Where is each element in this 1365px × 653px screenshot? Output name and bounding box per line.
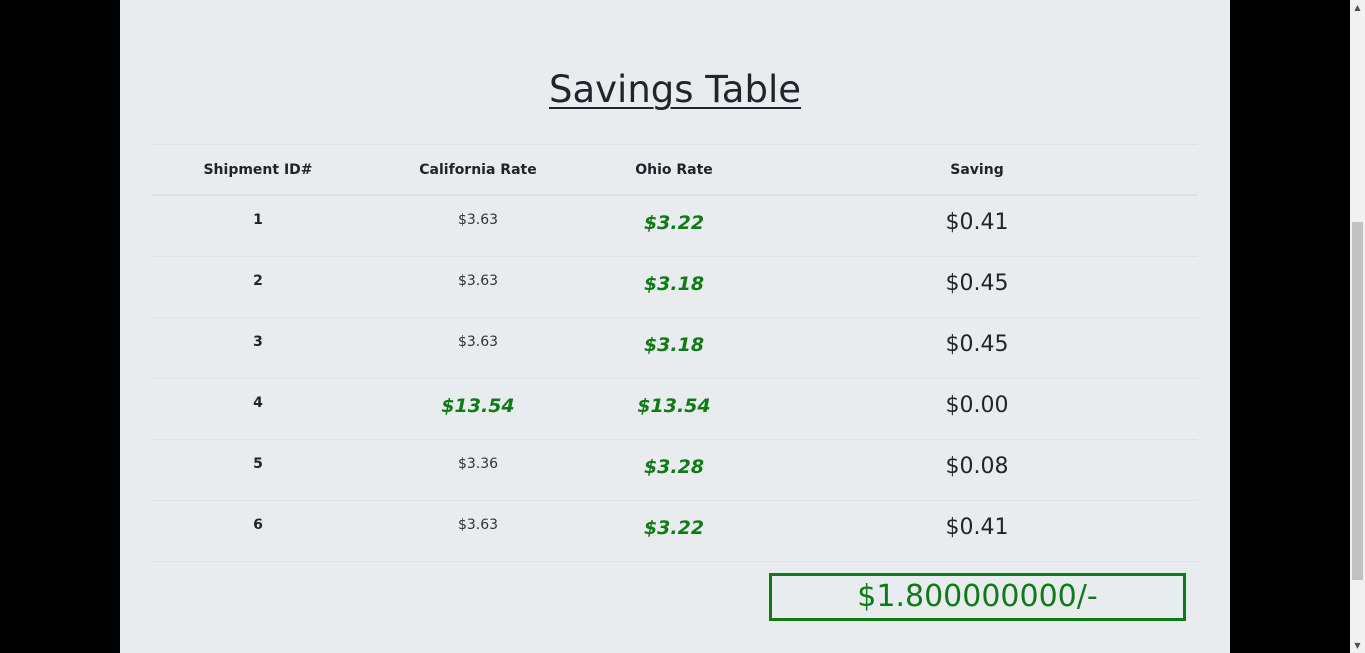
table-row: 3 $3.63 $3.18 $0.45	[152, 317, 1198, 379]
shipment-id: 3	[253, 334, 263, 350]
shipment-id: 2	[253, 273, 263, 289]
table-row: 2 $3.63 $3.18 $0.45	[152, 256, 1198, 318]
california-rate: $3.63	[457, 273, 499, 289]
savings-card: Savings Table Shipment ID# California Ra…	[120, 0, 1230, 653]
california-rate: $3.63	[457, 334, 499, 350]
saving-value: $0.41	[945, 210, 1009, 235]
header-california-rate: California Rate	[364, 144, 592, 196]
california-rate: $3.63	[457, 212, 499, 228]
savings-table: Shipment ID# California Rate Ohio Rate S…	[152, 144, 1198, 562]
vertical-scrollbar[interactable]: ▲ ▼	[1350, 0, 1365, 653]
ohio-rate: $3.22	[643, 517, 705, 539]
shipment-id: 6	[253, 517, 263, 533]
table-row: 4 $13.54 $13.54 $0.00	[152, 378, 1198, 440]
header-saving: Saving	[756, 144, 1198, 196]
scrollbar-thumb[interactable]	[1352, 222, 1363, 580]
saving-value: $0.41	[945, 515, 1009, 540]
page-title: Savings Table	[549, 68, 801, 111]
scroll-up-icon[interactable]: ▲	[1350, 0, 1365, 15]
ohio-rate: $3.28	[643, 456, 705, 478]
header-ohio-rate: Ohio Rate	[592, 144, 756, 196]
saving-value: $0.45	[945, 271, 1009, 296]
shipment-id: 1	[253, 212, 263, 228]
california-rate: $3.36	[457, 456, 499, 472]
ohio-rate: $3.22	[643, 212, 705, 234]
california-rate: $13.54	[441, 395, 515, 417]
ohio-rate: $13.54	[637, 395, 711, 417]
ohio-rate: $3.18	[643, 334, 705, 356]
table-header-row: Shipment ID# California Rate Ohio Rate S…	[152, 144, 1198, 196]
scroll-down-icon[interactable]: ▼	[1350, 638, 1365, 653]
shipment-id: 4	[253, 395, 263, 411]
total-savings-box: $1.800000000/-	[769, 573, 1186, 621]
table-row: 5 $3.36 $3.28 $0.08	[152, 439, 1198, 501]
ohio-rate: $3.18	[643, 273, 705, 295]
shipment-id: 5	[253, 456, 263, 472]
header-shipment-id: Shipment ID#	[152, 144, 364, 196]
california-rate: $3.63	[457, 517, 499, 533]
saving-value: $0.00	[945, 393, 1009, 418]
table-row: 1 $3.63 $3.22 $0.41	[152, 195, 1198, 257]
saving-value: $0.45	[945, 332, 1009, 357]
viewport: Savings Table Shipment ID# California Ra…	[0, 0, 1365, 653]
saving-value: $0.08	[945, 454, 1009, 479]
table-row: 6 $3.63 $3.22 $0.41	[152, 500, 1198, 562]
